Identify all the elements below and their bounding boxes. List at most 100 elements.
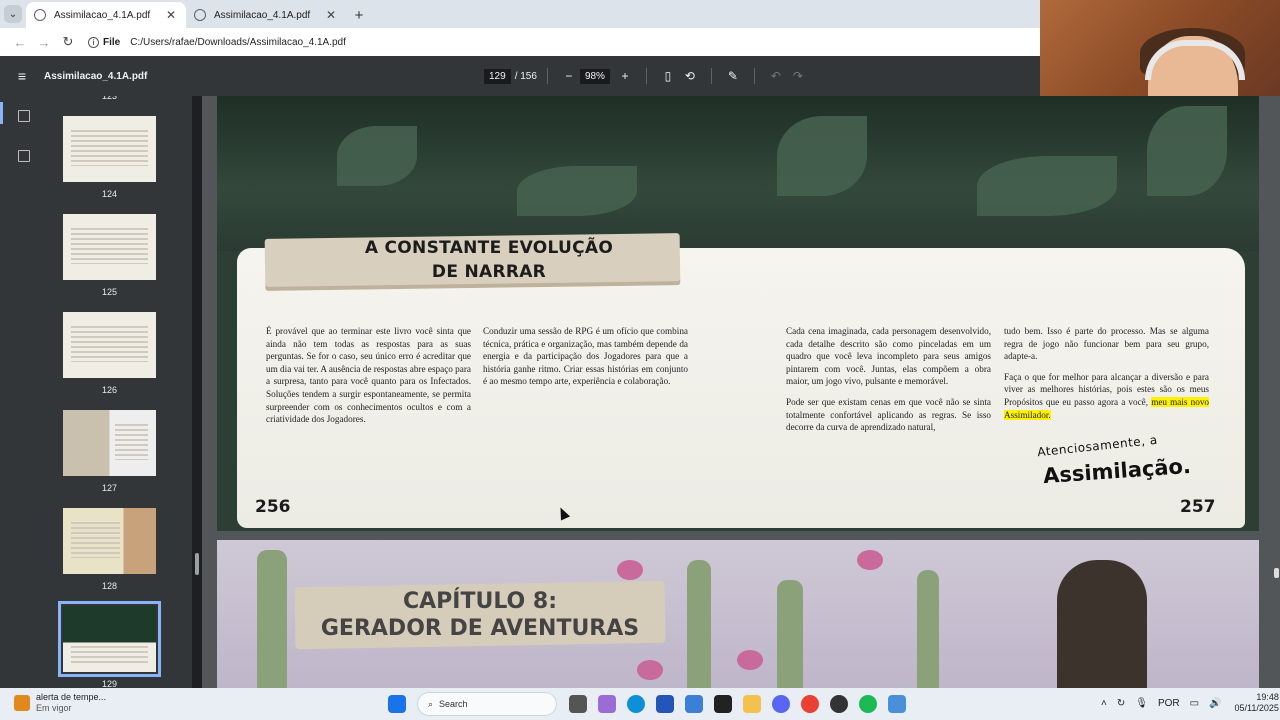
thumbnail-page-127[interactable] — [63, 410, 156, 476]
taskbar: alerta de tempe... Em vigor ⌕ Search ˄ ↻… — [0, 688, 1280, 720]
clock-date: 05/11/2025 — [1234, 703, 1279, 713]
edge-icon[interactable] — [626, 695, 645, 713]
browser-tab[interactable]: Assimilacao_4.1A.pdf ✕ — [186, 2, 346, 28]
thumbnail-page-128[interactable] — [63, 508, 156, 574]
undo-icon[interactable]: ↶ — [765, 69, 787, 83]
copilot-icon[interactable] — [597, 695, 616, 713]
jungle-artwork — [217, 96, 1259, 251]
paragraph: Faça o que for melhor para alcançar a di… — [1004, 371, 1210, 421]
text-column-3: Cada cena imaginada, cada personagem des… — [786, 325, 991, 434]
browser-tab-active[interactable]: Assimilacao_4.1A.pdf ✕ — [26, 2, 186, 28]
cactus — [257, 550, 287, 688]
thumb-text — [71, 646, 148, 666]
info-icon[interactable]: i — [88, 36, 99, 48]
text-column-2: Conduzir uma sessão de RPG é um ofício q… — [483, 326, 688, 387]
alert-subtitle: Em vigor — [36, 703, 72, 713]
weather-alert-icon — [14, 695, 30, 711]
zoom-input[interactable]: 98% — [579, 68, 610, 84]
thumbnail-label: 128 — [101, 581, 118, 591]
flower — [637, 660, 663, 680]
outline-icon[interactable] — [18, 150, 30, 162]
globe-icon — [34, 9, 46, 21]
cactus — [917, 570, 939, 688]
leaf — [517, 166, 637, 216]
reload-icon[interactable]: ↻ — [56, 34, 80, 50]
redo-icon[interactable]: ↷ — [787, 69, 809, 83]
annotate-icon[interactable]: ✎ — [722, 69, 744, 83]
weather-alert-widget[interactable]: alerta de tempe... Em vigor — [14, 692, 106, 714]
flower — [737, 650, 763, 670]
microphone-icon[interactable]: 🎙 — [1135, 698, 1148, 709]
obs-icon[interactable] — [829, 695, 848, 713]
forward-icon[interactable]: → — [32, 35, 56, 50]
cactus — [777, 580, 803, 688]
clock[interactable]: 19:48 05/11/2025 — [1235, 692, 1279, 714]
section-title-line1: A CONSTANTE EVOLUÇÃO — [364, 238, 614, 258]
page-number-left: 256 — [255, 497, 291, 517]
thumbnail-page-124[interactable] — [63, 116, 156, 182]
viewer-scrollbar-thumb[interactable] — [1274, 568, 1279, 578]
paragraph: Pode ser que existam cenas em que você n… — [786, 396, 991, 433]
page-number-input[interactable]: 129 — [484, 68, 511, 84]
leaf — [1147, 106, 1227, 196]
paragraph: tudo bem. Isso é parte do processo. Mas … — [1004, 326, 1209, 362]
globe-icon — [194, 9, 206, 21]
thumbnail-page-126[interactable] — [63, 312, 156, 378]
character-figure — [1057, 560, 1147, 688]
thumbnail-page-129[interactable] — [58, 601, 161, 677]
page-number-right: 257 — [1180, 497, 1216, 517]
divider — [753, 68, 755, 84]
sync-icon[interactable]: ↻ — [1117, 698, 1125, 709]
thumbnail-scrollbar[interactable] — [192, 96, 202, 688]
thumbnails-icon[interactable] — [18, 110, 30, 122]
rotate-icon[interactable]: ⟲ — [679, 69, 701, 83]
file-explorer-icon[interactable] — [742, 695, 761, 713]
task-view-icon[interactable] — [568, 695, 587, 713]
page-total: / 156 — [514, 70, 537, 82]
thumbnail-label: 123 — [101, 96, 118, 101]
zoom-in-icon[interactable]: + — [614, 69, 636, 83]
chevron-up-icon[interactable]: ˄ — [1101, 698, 1107, 709]
chapter-title-line2: GERADOR DE AVENTURAS — [320, 616, 640, 641]
outlook-icon[interactable] — [684, 695, 703, 713]
chrome-icon[interactable] — [800, 695, 819, 713]
tab-title: Assimilacao_4.1A.pdf — [54, 9, 151, 21]
section-title: A CONSTANTE EVOLUÇÃO DE NARRAR — [349, 236, 629, 284]
cactus — [687, 560, 711, 688]
paragraph: Cada cena imaginada, cada personagem des… — [786, 326, 991, 387]
thumbnail-page-125[interactable] — [63, 214, 156, 280]
close-tab-icon[interactable]: ✕ — [164, 8, 178, 22]
language-indicator[interactable]: POR — [1158, 698, 1180, 709]
menu-icon[interactable]: ≡ — [0, 68, 44, 84]
system-tray: ˄ ↻ 🎙 POR ▭ 🔊 19:48 05/11/2025 — [1096, 692, 1279, 714]
notepad-icon[interactable] — [887, 695, 906, 713]
clock-time: 19:48 — [1256, 692, 1279, 702]
zoom-out-icon[interactable]: − — [558, 69, 580, 83]
taskbar-search[interactable]: ⌕ Search — [417, 692, 557, 716]
search-icon: ⌕ — [428, 698, 434, 709]
close-tab-icon[interactable]: ✕ — [324, 8, 338, 22]
pdf-spread-256-257: A CONSTANTE EVOLUÇÃO DE NARRAR É prováve… — [217, 96, 1259, 531]
start-icon[interactable] — [387, 695, 406, 713]
thumbnail-label: 125 — [101, 287, 118, 297]
fit-page-icon[interactable]: ▯ — [657, 69, 679, 83]
discord-icon[interactable] — [771, 695, 790, 713]
tab-search-button[interactable]: ⌄ — [0, 0, 26, 28]
pdf-next-page: CAPÍTULO 8: GERADOR DE AVENTURAS — [217, 540, 1259, 688]
store-icon[interactable] — [655, 695, 674, 713]
thumbnail-scrollbar-thumb[interactable] — [195, 553, 199, 575]
volume-icon[interactable]: 🔊 — [1209, 698, 1221, 709]
flower — [617, 560, 643, 580]
chapter-title-line1: CAPÍTULO 8: — [402, 589, 558, 614]
network-icon[interactable]: ▭ — [1190, 698, 1199, 709]
url-field[interactable]: i File C:/Users/rafae/Downloads/Assimila… — [88, 36, 346, 48]
url-text: C:/Users/rafae/Downloads/Assimilacao_4.1… — [130, 36, 346, 48]
pdf-viewer[interactable]: A CONSTANTE EVOLUÇÃO DE NARRAR É prováve… — [202, 96, 1280, 688]
spotify-icon[interactable] — [858, 695, 877, 713]
new-tab-button[interactable]: + — [346, 2, 372, 28]
alert-title: alerta de tempe... — [36, 692, 107, 702]
leaf — [777, 116, 867, 196]
back-icon[interactable]: ← — [8, 35, 32, 50]
viewer-scrollbar[interactable] — [1272, 96, 1280, 688]
terminal-icon[interactable] — [713, 695, 732, 713]
